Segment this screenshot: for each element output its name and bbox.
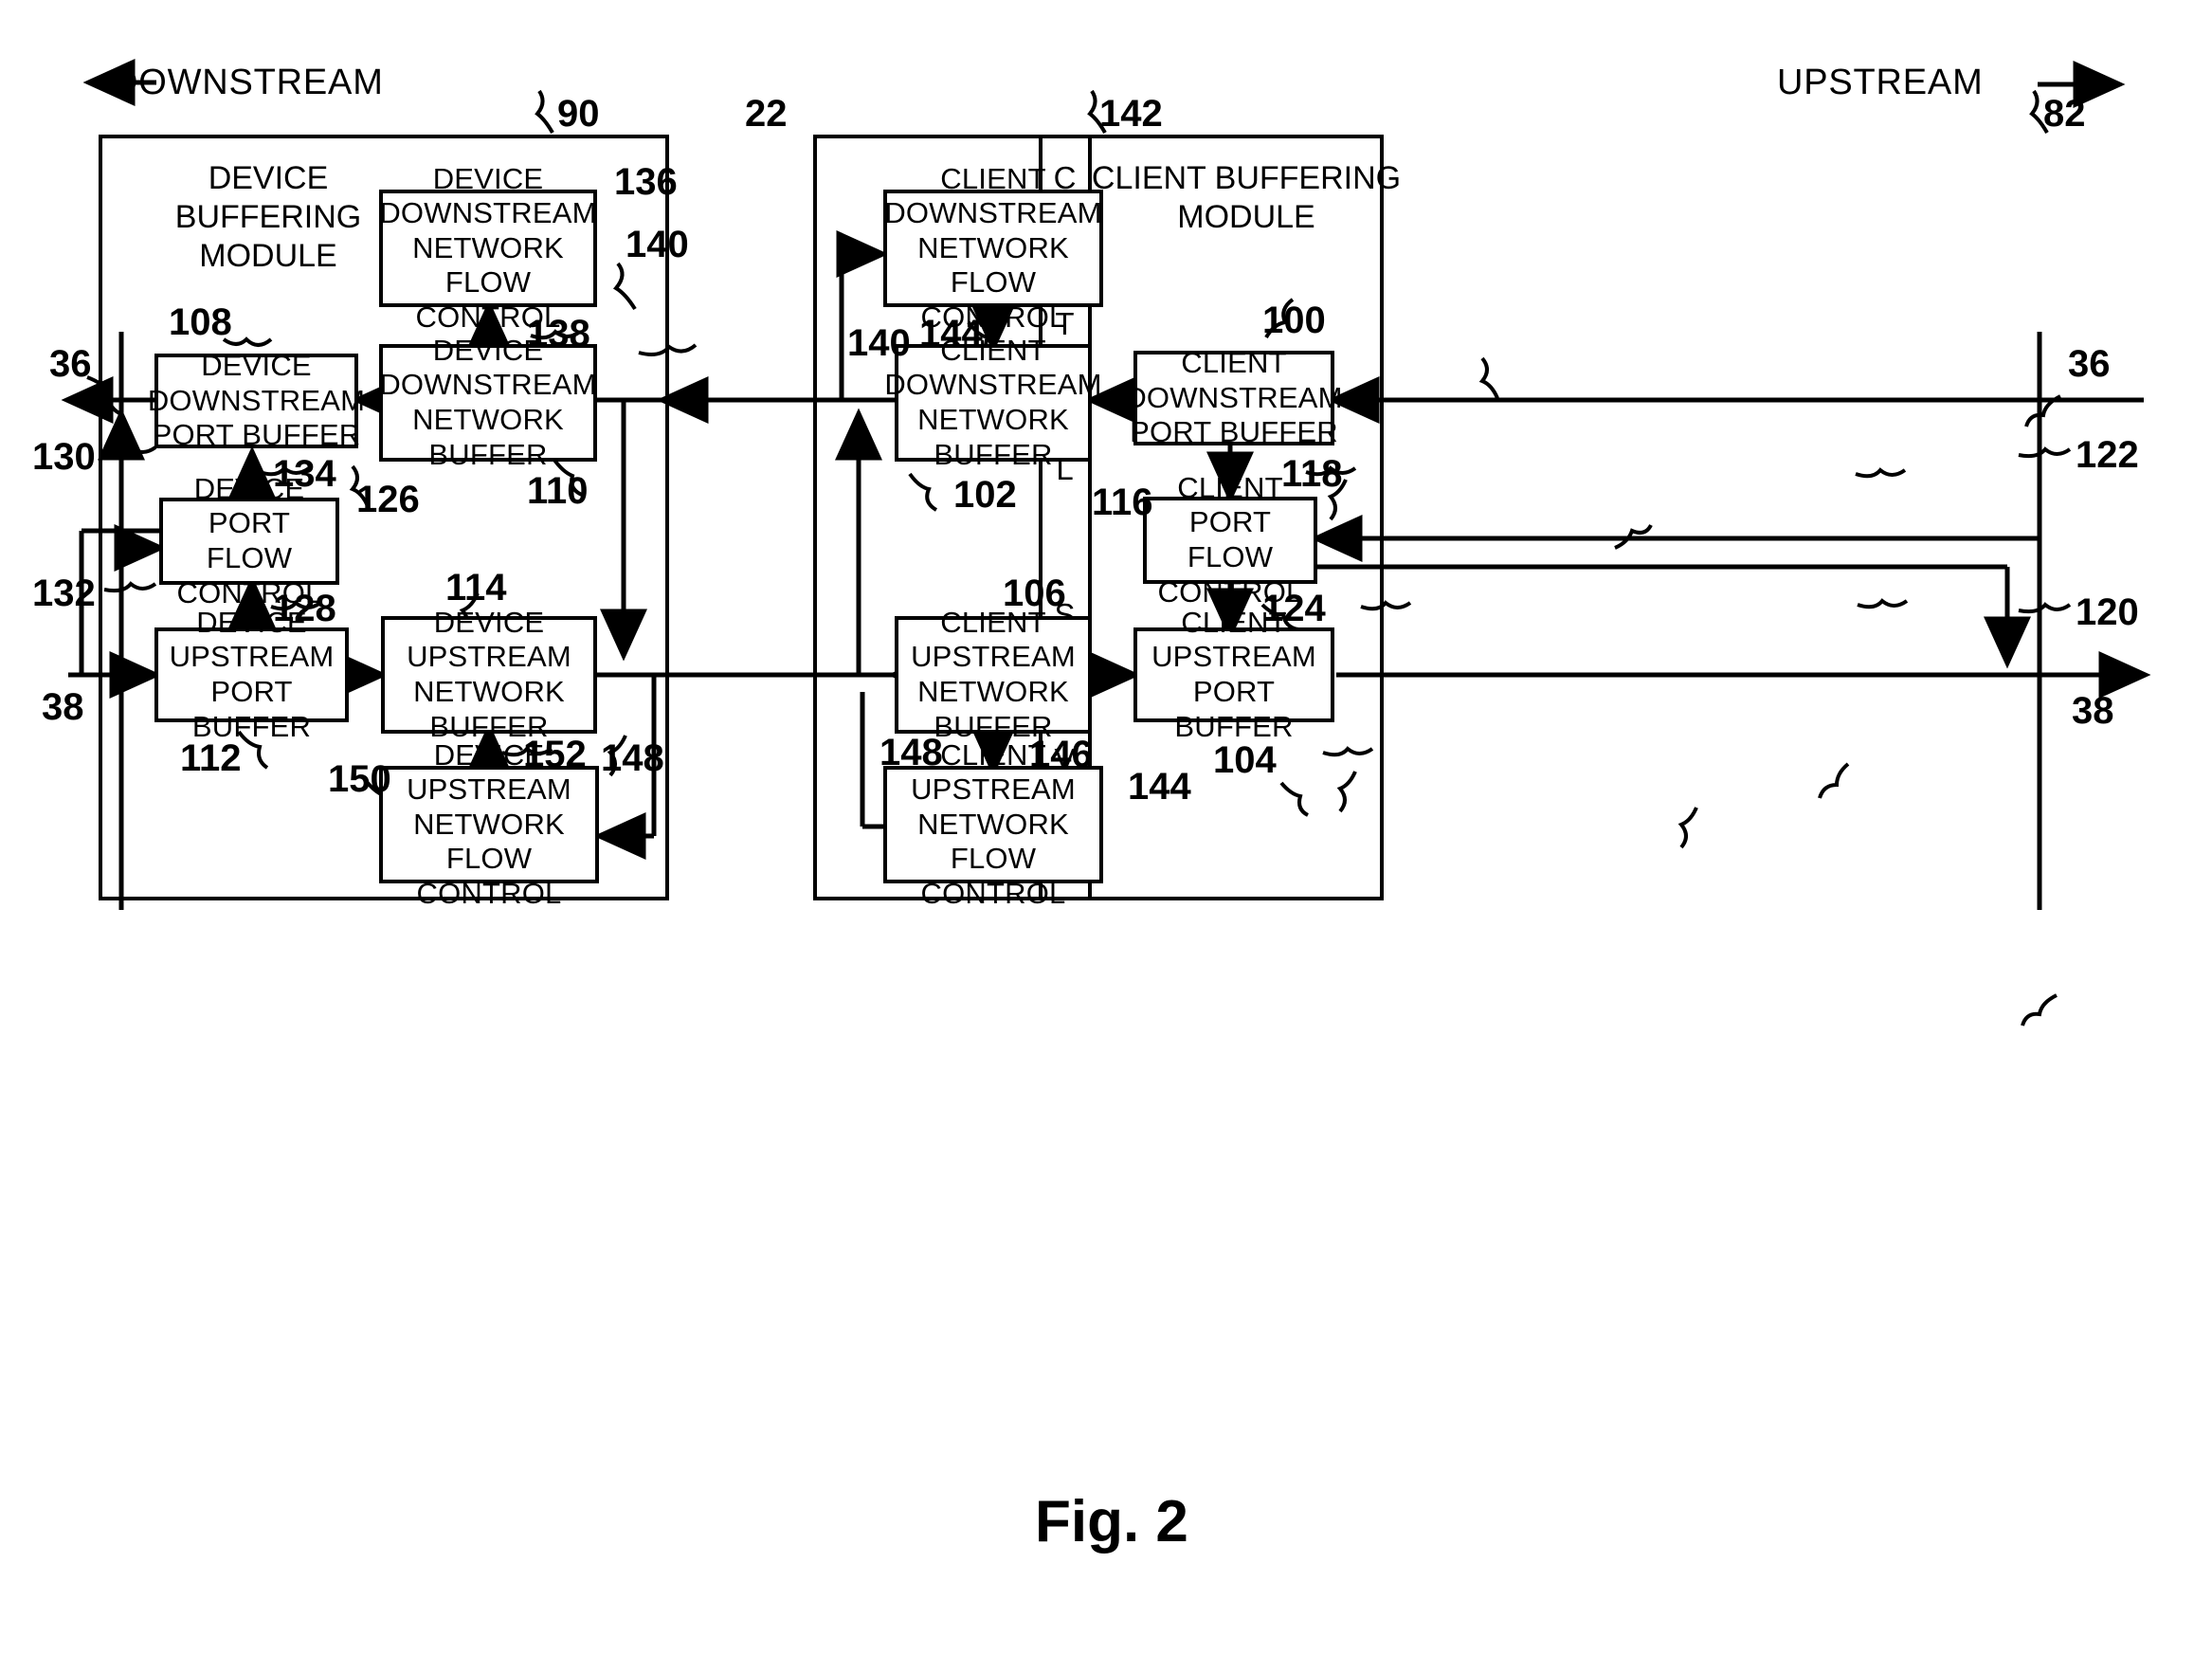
ref-36-left: 36	[49, 343, 92, 385]
ref-148-right: 148	[879, 732, 943, 773]
client-downstream-port-buffer-box[interactable]: CLIENT DOWNSTREAM PORT BUFFER	[1125, 346, 1342, 448]
box-label: DEVICE UPSTREAM NETWORK BUFFER	[407, 605, 571, 743]
box-label: CLIENT DOWNSTREAM NETWORK FLOW CONTROL	[884, 161, 1102, 334]
ref-124: 124	[1262, 588, 1326, 629]
box-label: CLIENT UPSTREAM NETWORK BUFFER	[911, 605, 1076, 743]
ref-104: 104	[1213, 739, 1277, 781]
ref-148-left: 148	[601, 737, 664, 779]
ref-112: 112	[180, 737, 242, 779]
box-label: DEVICE DOWNSTREAM PORT BUFFER	[147, 349, 366, 452]
ref-82: 82	[2043, 93, 2086, 135]
device-upstream-network-buffer-box[interactable]: DEVICE UPSTREAM NETWORK BUFFER	[381, 606, 597, 743]
ref-90: 90	[557, 93, 600, 135]
ref-122: 122	[2076, 434, 2139, 476]
ref-132: 132	[32, 572, 96, 614]
ref-118: 118	[1281, 453, 1343, 495]
device-downstream-network-buffer-box[interactable]: DEVICE DOWNSTREAM NETWORK BUFFER	[379, 334, 597, 471]
figure-caption: Fig. 2	[1035, 1489, 1188, 1554]
upstream-direction-label: UPSTREAM	[1777, 63, 1984, 102]
ref-152: 152	[523, 734, 587, 775]
ref-128: 128	[273, 588, 336, 629]
ref-136: 136	[614, 161, 678, 203]
ref-126: 126	[356, 479, 420, 520]
client-downstream-network-buffer-box[interactable]: CLIENT DOWNSTREAM NETWORK BUFFER	[884, 334, 1101, 471]
ref-146: 146	[1029, 734, 1093, 775]
device-downstream-port-buffer-box[interactable]: DEVICE DOWNSTREAM PORT BUFFER	[148, 349, 365, 451]
ref-102: 102	[953, 474, 1017, 516]
client-buffering-module-title: CLIENT BUFFERING MODULE	[1090, 159, 1403, 237]
box-label: CLIENT DOWNSTREAM NETWORK BUFFER	[884, 333, 1102, 471]
client-upstream-port-buffer-box[interactable]: CLIENT UPSTREAM PORT BUFFER	[1133, 606, 1334, 743]
device-buffering-module-title: DEVICE BUFFERING MODULE	[112, 159, 425, 275]
ref-134: 134	[273, 453, 336, 495]
device-upstream-network-flow-control-box[interactable]: DEVICE UPSTREAM NETWORK FLOW CONTROL	[379, 738, 599, 910]
box-label: CLIENT DOWNSTREAM PORT BUFFER	[1125, 346, 1343, 449]
ref-114: 114	[445, 567, 507, 609]
device-module-title-line1: DEVICE BUFFERING	[174, 160, 362, 235]
client-upstream-network-buffer-box[interactable]: CLIENT UPSTREAM NETWORK BUFFER	[895, 606, 1092, 743]
ref-138: 138	[527, 313, 590, 354]
ref-108: 108	[169, 301, 232, 343]
ref-120: 120	[2076, 591, 2139, 633]
ref-38-right: 38	[2072, 690, 2114, 732]
downstream-direction-label: DOWNSTREAM	[112, 63, 384, 102]
ref-110: 110	[527, 470, 589, 512]
client-port-flow-control-box[interactable]: CLIENT PORT FLOW CONTROL	[1143, 471, 1317, 609]
ref-150: 150	[328, 758, 391, 800]
patent-figure-canvas: DOWNSTREAM UPSTREAM DEVICE BUFFERING MOD…	[0, 0, 2212, 1672]
ref-36-right: 36	[2068, 343, 2111, 385]
client-downstream-network-flow-control-box[interactable]: CLIENT DOWNSTREAM NETWORK FLOW CONTROL	[883, 162, 1103, 334]
ref-22: 22	[745, 93, 788, 135]
ref-142: 142	[1099, 93, 1163, 135]
client-upstream-network-flow-control-box[interactable]: CLIENT UPSTREAM NETWORK FLOW CONTROL	[883, 738, 1103, 910]
ref-116: 116	[1092, 482, 1153, 523]
ref-130: 130	[32, 436, 96, 478]
ref-100: 100	[1262, 300, 1326, 341]
ref-140-right: 140	[847, 322, 911, 364]
client-module-title-line1: CLIENT BUFFERING	[1091, 160, 1402, 196]
device-module-title-line2: MODULE	[199, 237, 337, 274]
ref-38-left: 38	[42, 686, 84, 728]
ref-144-top: 144	[919, 313, 983, 354]
client-module-title-line2: MODULE	[1177, 198, 1315, 235]
device-upstream-port-buffer-box[interactable]: DEVICE UPSTREAM PORT BUFFER	[154, 606, 349, 743]
device-port-flow-control-box[interactable]: DEVICE PORT FLOW CONTROL	[159, 472, 339, 609]
ref-140-left: 140	[626, 224, 689, 265]
ref-106: 106	[1003, 572, 1066, 614]
ref-144-bottom: 144	[1128, 766, 1191, 808]
